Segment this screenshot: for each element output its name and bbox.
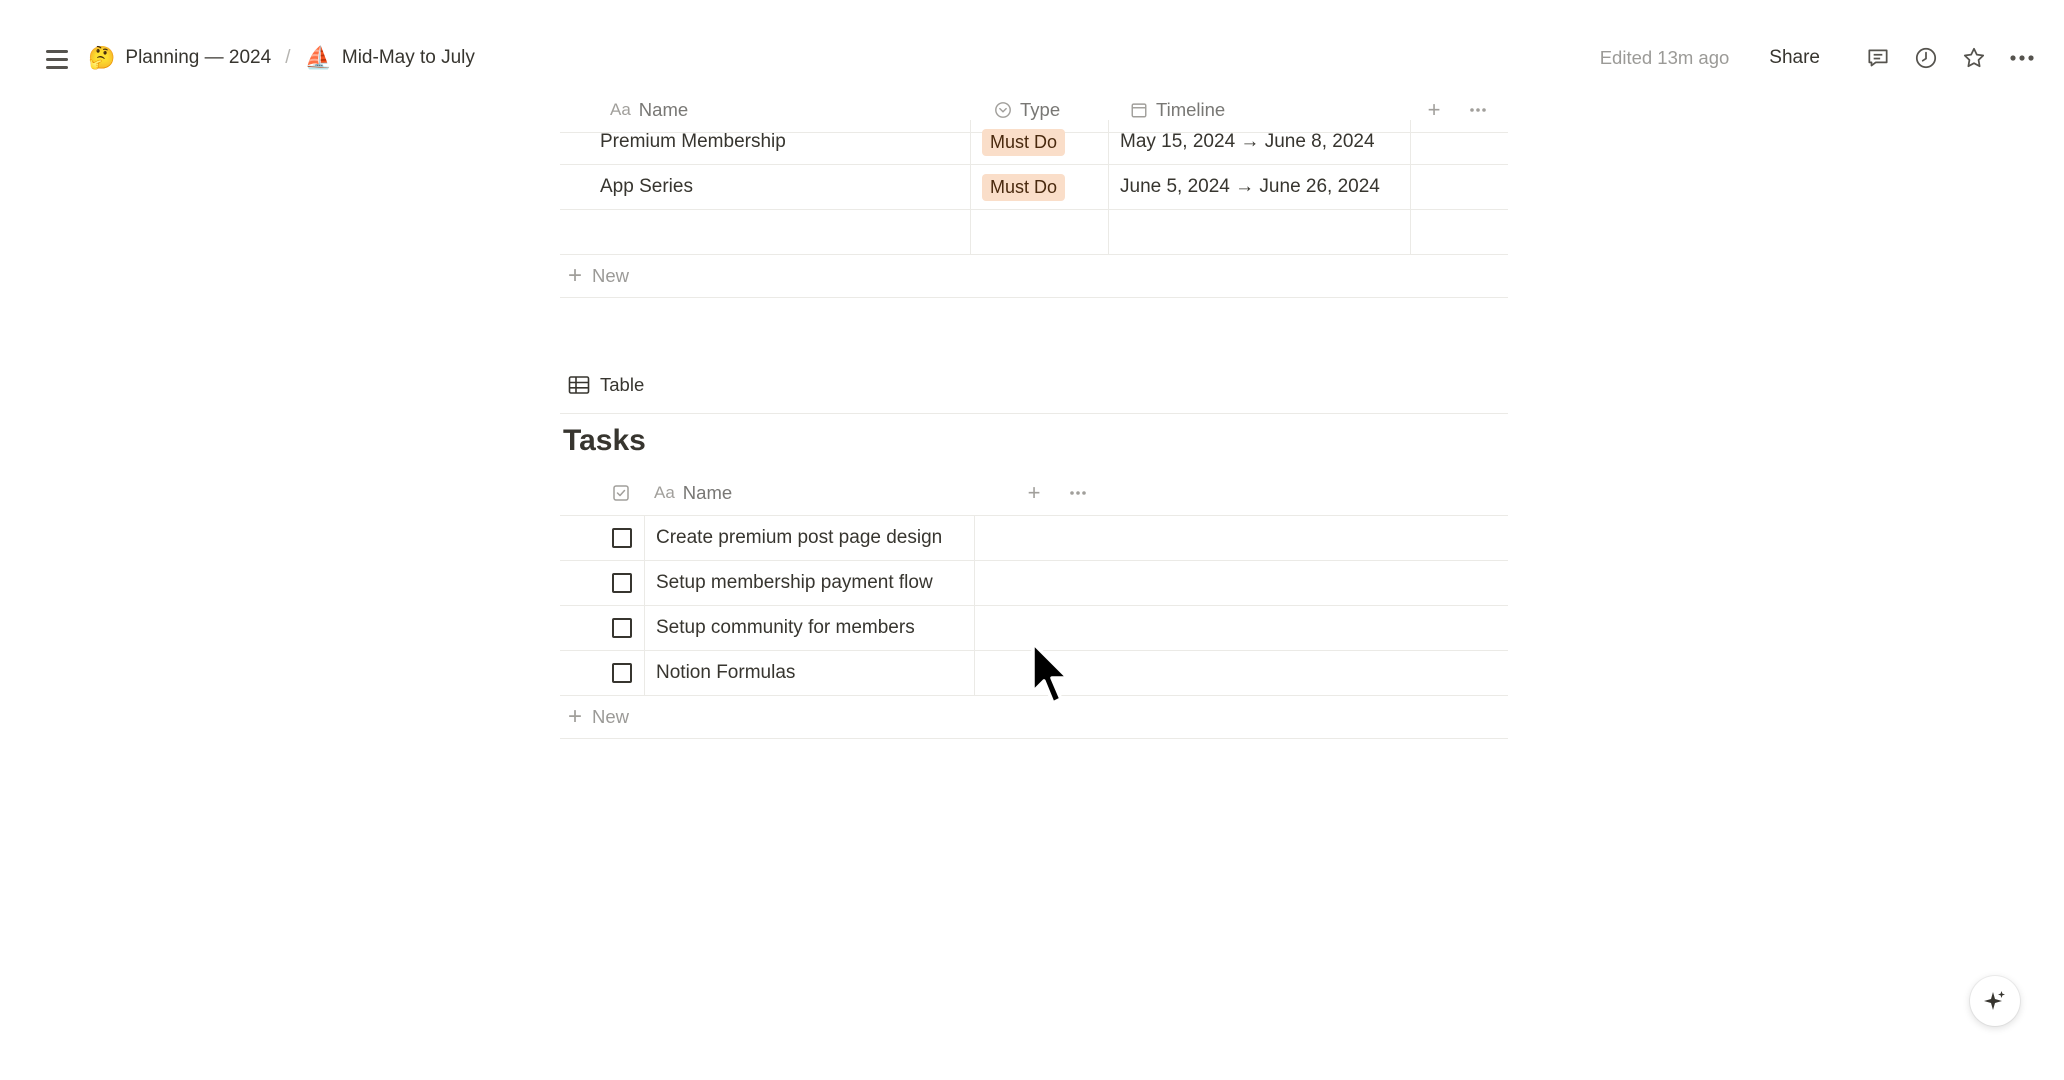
checkbox-icon[interactable] bbox=[612, 528, 632, 548]
column-label: Name bbox=[682, 482, 733, 503]
task-name[interactable]: Notion Formulas bbox=[644, 651, 974, 695]
column-label: Type bbox=[1020, 99, 1061, 120]
select-icon bbox=[994, 101, 1012, 119]
new-row-button[interactable]: + New bbox=[560, 255, 1508, 298]
row-type[interactable]: Must Do bbox=[970, 165, 1108, 209]
table-row[interactable]: Premium Membership Must Do May 15, 2024 … bbox=[560, 120, 1508, 165]
table-row[interactable]: App Series Must Do June 5, 2024 → June 2… bbox=[560, 165, 1508, 210]
new-row-label: New bbox=[592, 265, 630, 286]
row-type[interactable] bbox=[970, 210, 1108, 254]
table-row[interactable] bbox=[560, 210, 1508, 255]
task-checkbox[interactable] bbox=[600, 561, 644, 605]
row-timeline[interactable]: June 5, 2024 → June 26, 2024 bbox=[1108, 165, 1410, 209]
status-badge: Must Do bbox=[982, 173, 1066, 201]
more-icon[interactable] bbox=[1064, 479, 1092, 507]
more-icon[interactable] bbox=[2004, 40, 2040, 76]
row-empty-cell[interactable] bbox=[1410, 120, 1508, 164]
breadcrumb-label: Planning — 2024 bbox=[125, 47, 272, 68]
row-name[interactable]: App Series bbox=[600, 165, 980, 209]
edited-timestamp: Edited 13m ago bbox=[1599, 47, 1730, 68]
column-header-checkbox[interactable] bbox=[612, 471, 652, 515]
top-right-actions: Edited 13m ago Share bbox=[1600, 38, 2040, 78]
table-row[interactable]: Create premium post page design bbox=[560, 516, 1508, 561]
column-label: Name bbox=[638, 99, 689, 120]
table-header: Aa Name + bbox=[560, 471, 1508, 516]
task-name[interactable]: Setup community for members bbox=[644, 606, 974, 650]
view-tab-bar: Table bbox=[560, 368, 1508, 414]
ai-assistant-button[interactable] bbox=[1970, 976, 2020, 1026]
row-name[interactable]: Premium Membership bbox=[600, 120, 980, 164]
task-checkbox[interactable] bbox=[600, 606, 644, 650]
column-header-name[interactable]: Aa Name bbox=[654, 471, 994, 515]
sailboat-icon: ⛵ bbox=[304, 45, 332, 70]
breadcrumb-separator: / bbox=[285, 47, 291, 68]
checkbox-icon[interactable] bbox=[612, 573, 632, 593]
row-name[interactable] bbox=[600, 210, 970, 254]
row-empty-cell[interactable] bbox=[1410, 165, 1508, 209]
row-empty-cell[interactable] bbox=[1410, 210, 1508, 254]
plus-icon: + bbox=[568, 703, 583, 730]
table-icon bbox=[568, 375, 590, 395]
tasks-title[interactable]: Tasks bbox=[563, 424, 646, 458]
task-checkbox[interactable] bbox=[600, 516, 644, 560]
calendar-icon bbox=[1130, 101, 1148, 119]
task-name[interactable]: Create premium post page design bbox=[644, 516, 974, 560]
view-label: Table bbox=[600, 374, 645, 395]
row-empty-cell[interactable] bbox=[974, 516, 1508, 560]
plus-icon: + bbox=[568, 262, 583, 289]
star-icon[interactable] bbox=[1956, 40, 1992, 76]
mouse-cursor-icon bbox=[1030, 640, 1074, 713]
share-button[interactable]: Share bbox=[1769, 47, 1820, 69]
history-icon[interactable] bbox=[1908, 40, 1944, 76]
thinking-face-icon: 🤔 bbox=[88, 45, 116, 70]
sidebar-menu-icon[interactable] bbox=[42, 44, 72, 74]
add-property-icon[interactable]: + bbox=[1020, 479, 1048, 507]
column-label: Timeline bbox=[1156, 99, 1226, 120]
breadcrumb-item-planning[interactable]: 🤔 Planning — 2024 bbox=[88, 47, 271, 69]
status-badge: Must Do bbox=[982, 128, 1066, 156]
breadcrumb-item-mid-may[interactable]: ⛵ Mid-May to July bbox=[304, 47, 474, 69]
tab-table-view[interactable]: Table bbox=[568, 374, 644, 396]
new-row-label: New bbox=[592, 706, 630, 727]
checkbox-icon[interactable] bbox=[612, 663, 632, 683]
text-property-icon: Aa bbox=[654, 483, 675, 502]
task-name[interactable]: Setup membership payment flow bbox=[644, 561, 974, 605]
row-timeline[interactable]: May 15, 2024 → June 8, 2024 bbox=[1108, 120, 1410, 164]
row-empty-cell[interactable] bbox=[974, 561, 1508, 605]
row-timeline[interactable] bbox=[1108, 210, 1410, 254]
breadcrumb-label: Mid-May to July bbox=[341, 47, 475, 68]
checkbox-icon[interactable] bbox=[612, 618, 632, 638]
projects-table: Aa Name Type Timeline + Premium Membersh… bbox=[560, 88, 1508, 298]
row-type[interactable]: Must Do bbox=[970, 120, 1108, 164]
text-property-icon: Aa bbox=[610, 100, 631, 119]
task-checkbox[interactable] bbox=[600, 651, 644, 695]
breadcrumb: 🤔 Planning — 2024 / ⛵ Mid-May to July bbox=[88, 40, 475, 76]
table-row[interactable]: Setup membership payment flow bbox=[560, 561, 1508, 606]
sparkle-icon bbox=[1983, 989, 2007, 1013]
comment-icon[interactable] bbox=[1860, 40, 1896, 76]
